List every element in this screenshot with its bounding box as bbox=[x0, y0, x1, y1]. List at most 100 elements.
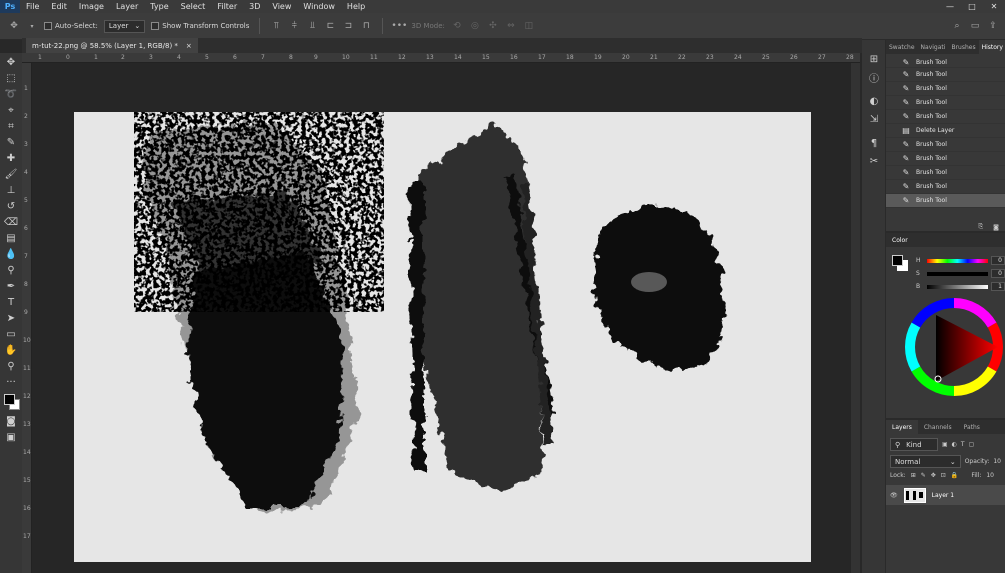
tab-swatches[interactable]: Swatche bbox=[886, 40, 918, 54]
crop-tool-icon[interactable]: ⌗ bbox=[3, 120, 19, 133]
filter-pixel-icon[interactable]: ▣ bbox=[942, 441, 948, 448]
menu-edit[interactable]: Edit bbox=[45, 2, 73, 11]
brightness-slider[interactable] bbox=[926, 284, 989, 289]
gradient-tool-icon[interactable]: ▤ bbox=[3, 232, 19, 245]
tab-layers[interactable]: Layers bbox=[886, 420, 918, 434]
align-bottom-icon[interactable]: ⫫ bbox=[306, 20, 318, 32]
menu-image[interactable]: Image bbox=[73, 2, 110, 11]
history-brush-icon[interactable]: ↺ bbox=[3, 200, 19, 213]
fill-value[interactable]: 10 bbox=[986, 472, 994, 479]
lock-transparent-icon[interactable]: ⊞ bbox=[911, 472, 916, 479]
tab-channels[interactable]: Channels bbox=[918, 420, 958, 434]
quick-mask-icon[interactable]: ◙ bbox=[3, 415, 19, 428]
history-item[interactable]: ✎ Brush Tool bbox=[886, 58, 1005, 68]
lock-artboard-icon[interactable]: ⊡ bbox=[941, 472, 946, 479]
color-panel-title[interactable]: Color bbox=[892, 237, 908, 244]
maximize-icon[interactable]: □ bbox=[961, 0, 983, 13]
3d-pan-icon[interactable]: ✣ bbox=[487, 20, 499, 32]
more-options-icon[interactable]: ••• bbox=[391, 20, 407, 32]
kind-filter-dropdown[interactable]: ⚲ Kind bbox=[890, 438, 938, 451]
brush-tool-icon[interactable]: 🖌 bbox=[3, 168, 19, 181]
search-icon[interactable]: ⌕ bbox=[951, 20, 963, 32]
history-item[interactable]: ✎ Brush Tool bbox=[886, 180, 1005, 194]
tab-paths[interactable]: Paths bbox=[958, 420, 986, 434]
align-center-icon[interactable]: ⊐ bbox=[342, 20, 354, 32]
chevron-down-icon[interactable]: ▾ bbox=[26, 20, 38, 32]
3d-rotate-icon[interactable]: ⟲ bbox=[451, 20, 463, 32]
menu-layer[interactable]: Layer bbox=[110, 2, 144, 11]
hand-tool-icon[interactable]: ✋ bbox=[3, 344, 19, 357]
rectangle-tool-icon[interactable]: ▭ bbox=[3, 328, 19, 341]
filter-shape-icon[interactable]: ▢ bbox=[969, 441, 975, 448]
3d-slide-icon[interactable]: ⇔ bbox=[505, 20, 517, 32]
history-item[interactable]: ✎ Brush Tool bbox=[886, 166, 1005, 180]
type-tool-icon[interactable]: T bbox=[3, 296, 19, 309]
menu-view[interactable]: View bbox=[266, 2, 297, 11]
eraser-tool-icon[interactable]: ⌫ bbox=[3, 216, 19, 229]
zoom-tool-icon[interactable]: ⚲ bbox=[3, 360, 19, 373]
new-document-from-state-icon[interactable]: ⎘ bbox=[978, 223, 983, 231]
menu-file[interactable]: File bbox=[20, 2, 45, 11]
swatches-panel-icon[interactable]: ⊞ bbox=[862, 50, 886, 68]
hue-slider[interactable] bbox=[926, 258, 989, 263]
more-tools-icon[interactable]: ··· bbox=[3, 376, 19, 389]
quick-select-tool-icon[interactable]: ⌖ bbox=[3, 104, 19, 117]
menu-type[interactable]: Type bbox=[144, 2, 174, 11]
tab-navigator[interactable]: Navigati bbox=[918, 40, 949, 54]
clone-stamp-icon[interactable]: ⊥ bbox=[3, 184, 19, 197]
align-top-icon[interactable]: ⫪ bbox=[270, 20, 282, 32]
dodge-tool-icon[interactable]: ⚲ bbox=[3, 264, 19, 277]
share-icon[interactable]: ⇪ bbox=[987, 20, 999, 32]
close-icon[interactable]: ✕ bbox=[983, 0, 1005, 13]
adjustments-panel-icon[interactable]: ◐ bbox=[862, 92, 886, 110]
menu-3d[interactable]: 3D bbox=[243, 2, 266, 11]
menu-help[interactable]: Help bbox=[341, 2, 371, 11]
document-tab[interactable]: m-tut-22.png @ 58.5% (Layer 1, RGB/8) * … bbox=[26, 38, 198, 53]
filter-adjustment-icon[interactable]: ◐ bbox=[952, 441, 957, 448]
history-item[interactable]: ✎ Brush Tool bbox=[886, 68, 1005, 82]
app-logo[interactable]: Ps bbox=[0, 0, 20, 13]
paragraph-panel-icon[interactable]: ¶ bbox=[862, 134, 886, 152]
foreground-color-swatch[interactable] bbox=[4, 394, 15, 405]
screen-mode-icon[interactable]: ▣ bbox=[3, 431, 19, 444]
new-snapshot-icon[interactable]: ◙ bbox=[993, 224, 999, 231]
marquee-tool-icon[interactable]: ⬚ bbox=[3, 72, 19, 85]
history-item[interactable]: ✎ Brush Tool bbox=[886, 152, 1005, 166]
pen-tool-icon[interactable]: ✒ bbox=[3, 280, 19, 293]
document-canvas[interactable] bbox=[74, 112, 811, 562]
menu-window[interactable]: Window bbox=[297, 2, 341, 11]
history-item[interactable]: ✎ Brush Tool bbox=[886, 82, 1005, 96]
3d-scale-icon[interactable]: ◫ bbox=[523, 20, 535, 32]
workspace-icon[interactable]: ▭ bbox=[969, 20, 981, 32]
s-value[interactable]: 0 bbox=[991, 269, 1005, 278]
info-panel-icon[interactable]: ⓘ bbox=[862, 68, 886, 86]
blur-tool-icon[interactable]: 💧 bbox=[3, 248, 19, 261]
minimize-icon[interactable]: — bbox=[939, 0, 961, 13]
layer-name[interactable]: Layer 1 bbox=[932, 492, 954, 499]
foreground-swatch[interactable] bbox=[892, 255, 903, 266]
tools-preset-icon[interactable]: ✂ bbox=[862, 152, 886, 170]
blend-mode-dropdown[interactable]: Normal ⌄ bbox=[890, 455, 961, 468]
history-item[interactable]: ✎ Brush Tool bbox=[886, 96, 1005, 110]
color-wheel[interactable] bbox=[886, 293, 1005, 413]
align-middle-icon[interactable]: ⫩ bbox=[288, 20, 300, 32]
layer-row[interactable]: 👁 Layer 1 bbox=[886, 485, 1005, 505]
tab-history[interactable]: History bbox=[978, 40, 1005, 54]
eye-icon[interactable]: 👁 bbox=[890, 492, 898, 499]
b-value[interactable]: 1 bbox=[991, 282, 1005, 291]
path-selection-icon[interactable]: ➤ bbox=[3, 312, 19, 325]
history-item-selected[interactable]: ✎ Brush Tool bbox=[886, 194, 1005, 208]
eyedropper-tool-icon[interactable]: ✎ bbox=[3, 136, 19, 149]
fg-bg-swatch[interactable] bbox=[892, 255, 908, 271]
auto-select-checkbox[interactable]: Auto-Select: bbox=[44, 22, 98, 30]
lock-all-icon[interactable]: 🔒 bbox=[951, 472, 958, 479]
vertical-scrollbar[interactable] bbox=[851, 63, 860, 573]
menu-select[interactable]: Select bbox=[175, 2, 212, 11]
properties-panel-icon[interactable]: ⇲ bbox=[862, 110, 886, 128]
close-tab-icon[interactable]: × bbox=[186, 42, 192, 50]
auto-select-dropdown[interactable]: Layer ⌄ bbox=[103, 19, 146, 33]
lasso-tool-icon[interactable]: ➰ bbox=[3, 88, 19, 101]
opacity-value[interactable]: 10 bbox=[993, 458, 1001, 465]
color-swatches[interactable] bbox=[2, 392, 20, 412]
healing-brush-icon[interactable]: ✚ bbox=[3, 152, 19, 165]
